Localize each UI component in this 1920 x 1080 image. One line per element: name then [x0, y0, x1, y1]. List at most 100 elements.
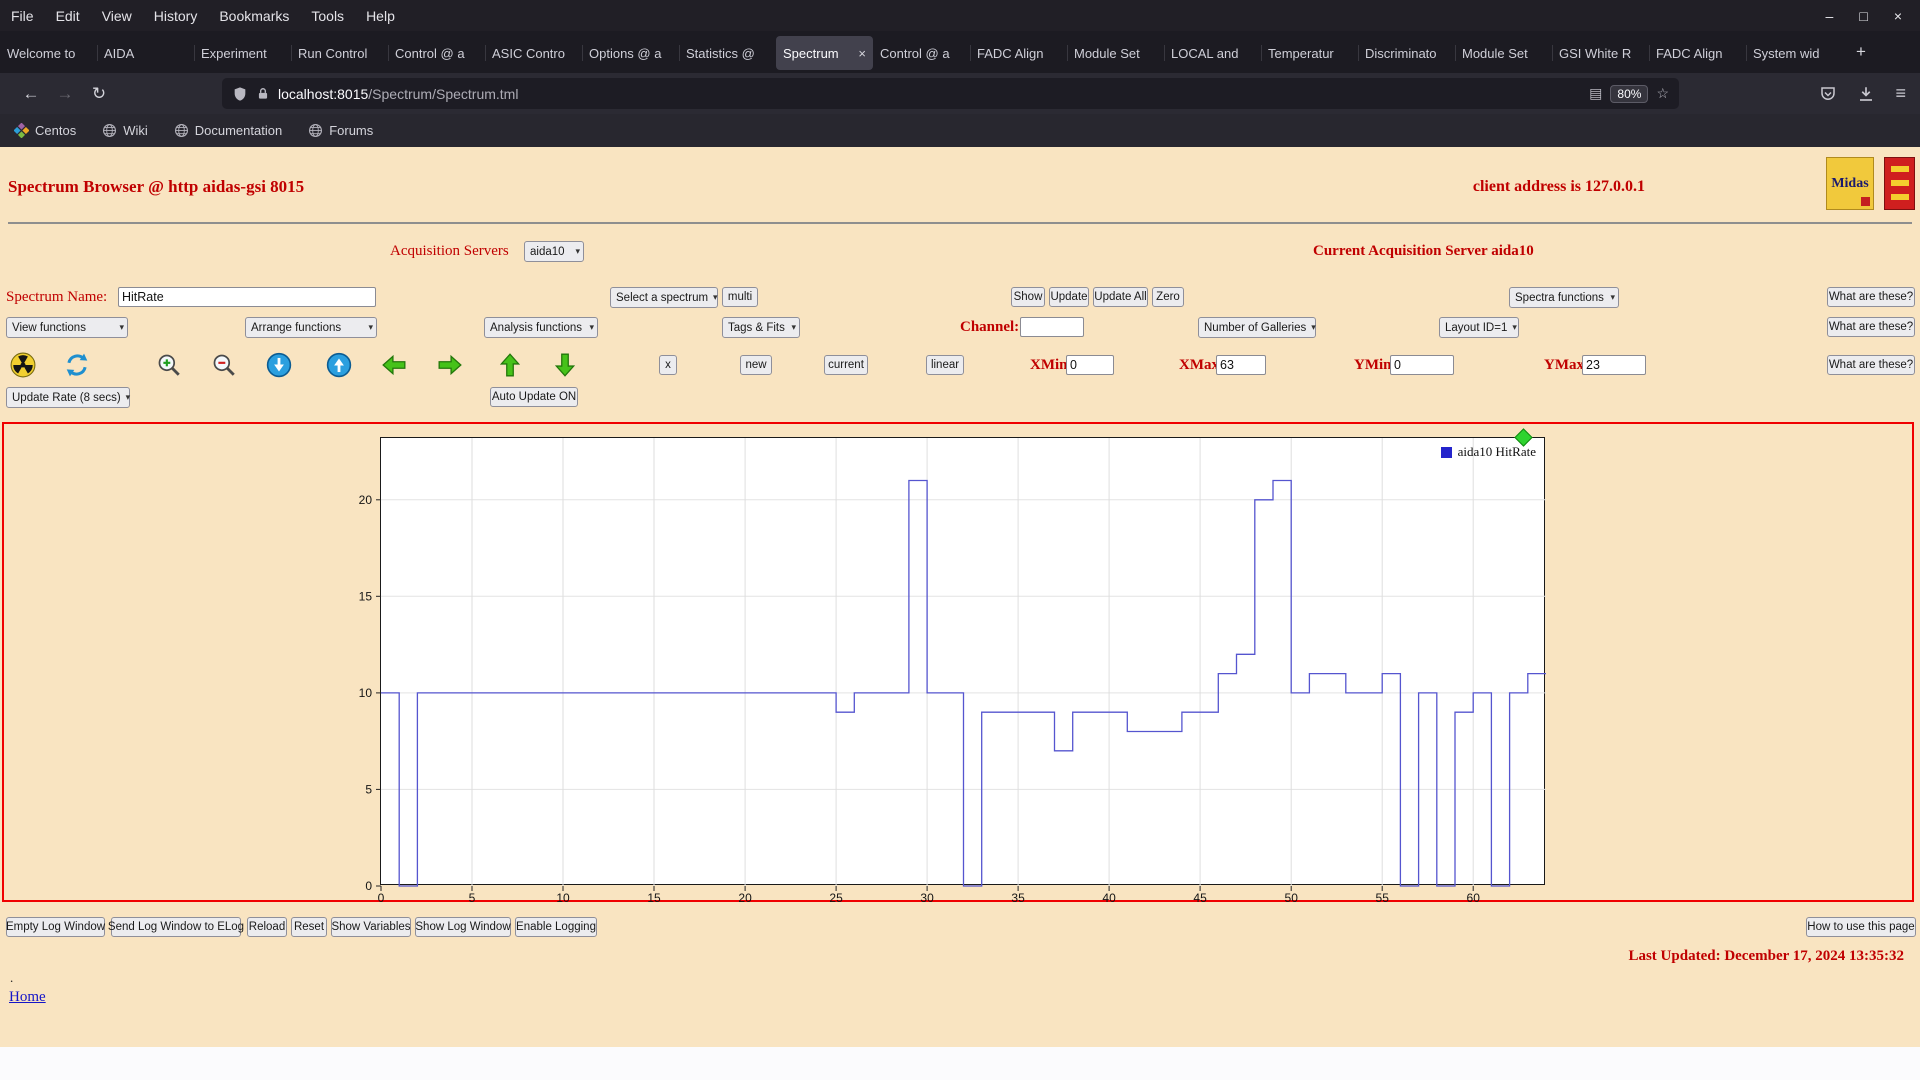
blue-down-arrow-icon[interactable]: [266, 352, 292, 378]
menu-help[interactable]: Help: [355, 8, 406, 24]
enable-logging-button[interactable]: Enable Logging: [515, 917, 597, 937]
menu-edit[interactable]: Edit: [45, 8, 91, 24]
tab-module-settings-b[interactable]: Module Set: [1455, 36, 1552, 70]
maximize-icon[interactable]: □: [1859, 8, 1867, 24]
tab-welcome[interactable]: Welcome to: [0, 36, 97, 70]
tab-discriminator[interactable]: Discriminato: [1358, 36, 1455, 70]
blue-up-arrow-icon[interactable]: [326, 352, 352, 378]
bookmark-forums[interactable]: Forums: [308, 123, 373, 138]
downloads-icon[interactable]: [1857, 85, 1875, 103]
refresh-icon[interactable]: [64, 352, 90, 378]
update-button[interactable]: Update: [1049, 287, 1089, 307]
tab-spectrum[interactable]: Spectrum×: [776, 36, 873, 70]
green-down-arrow-icon[interactable]: [552, 352, 578, 378]
tab-statistics[interactable]: Statistics @: [679, 36, 776, 70]
zoom-in-icon[interactable]: [156, 352, 182, 378]
what-are-these-button-3[interactable]: What are these?: [1827, 355, 1915, 375]
tab-local-and[interactable]: LOCAL and: [1164, 36, 1261, 70]
what-are-these-button-2[interactable]: What are these?: [1827, 317, 1915, 337]
zero-button[interactable]: Zero: [1152, 287, 1184, 307]
xmax-label: XMax: [1179, 357, 1219, 374]
reset-button[interactable]: Reset: [291, 917, 327, 937]
bookmark-wiki[interactable]: Wiki: [102, 123, 148, 138]
how-to-use-button[interactable]: How to use this page: [1806, 917, 1916, 937]
reader-mode-icon[interactable]: ▤: [1589, 85, 1602, 102]
forward-icon[interactable]: →: [48, 84, 82, 104]
minimize-icon[interactable]: –: [1826, 8, 1834, 24]
green-right-arrow-icon[interactable]: [437, 352, 463, 378]
app-menu-icon[interactable]: ≡: [1895, 83, 1906, 104]
tab-control-b[interactable]: Control @ a: [873, 36, 970, 70]
show-button[interactable]: Show: [1011, 287, 1045, 307]
spectra-functions-dropdown[interactable]: Spectra functions▾: [1509, 287, 1619, 308]
tab-run-control[interactable]: Run Control: [291, 36, 388, 70]
tab-aida[interactable]: AIDA: [97, 36, 194, 70]
xmax-input[interactable]: [1216, 355, 1266, 375]
auto-update-button[interactable]: Auto Update ON: [490, 387, 578, 407]
tab-system-wide[interactable]: System wid: [1746, 36, 1843, 70]
tags-fits-dropdown[interactable]: Tags & Fits▾: [722, 317, 800, 338]
url-text[interactable]: localhost:8015/Spectrum/Spectrum.tml: [278, 86, 518, 102]
new-tab-button[interactable]: +: [1847, 38, 1875, 66]
what-are-these-button-1[interactable]: What are these?: [1827, 287, 1915, 307]
menu-tools[interactable]: Tools: [300, 8, 355, 24]
svg-text:5: 5: [469, 891, 476, 905]
tab-asic-control[interactable]: ASIC Contro: [485, 36, 582, 70]
reload-button[interactable]: Reload: [247, 917, 287, 937]
update-rate-dropdown[interactable]: Update Rate (8 secs)▾: [6, 387, 130, 408]
layout-id-dropdown[interactable]: Layout ID=1▾: [1439, 317, 1519, 338]
menu-history[interactable]: History: [143, 8, 209, 24]
menu-file[interactable]: File: [0, 8, 45, 24]
home-link[interactable]: Home: [9, 989, 46, 1006]
tab-fadc-align-b[interactable]: FADC Align: [1649, 36, 1746, 70]
current-button[interactable]: current: [824, 355, 868, 375]
tab-control-a[interactable]: Control @ a: [388, 36, 485, 70]
linear-button[interactable]: linear: [926, 355, 964, 375]
tab-options[interactable]: Options @ a: [582, 36, 679, 70]
arrange-functions-dropdown[interactable]: Arrange functions▾: [245, 317, 377, 338]
svg-text:20: 20: [359, 493, 373, 507]
update-all-button[interactable]: Update All: [1093, 287, 1148, 307]
analysis-functions-dropdown[interactable]: Analysis functions▾: [484, 317, 598, 338]
new-button[interactable]: new: [740, 355, 772, 375]
ymax-input[interactable]: [1582, 355, 1646, 375]
tab-gsi-white-rabbit[interactable]: GSI White R: [1552, 36, 1649, 70]
multi-button[interactable]: multi: [722, 287, 758, 307]
bookmark-centos[interactable]: Centos: [14, 123, 76, 138]
select-spectrum-dropdown[interactable]: Select a spectrum▾: [610, 287, 718, 308]
spectrum-plot[interactable]: 05101520253035404550556005101520 aida10 …: [380, 437, 1545, 885]
empty-log-window-button[interactable]: Empty Log Window: [6, 917, 105, 937]
back-icon[interactable]: ←: [14, 84, 48, 104]
menu-view[interactable]: View: [91, 8, 143, 24]
show-log-window-button[interactable]: Show Log Window: [415, 917, 511, 937]
radiation-icon[interactable]: [10, 352, 36, 378]
bookmark-documentation[interactable]: Documentation: [174, 123, 282, 138]
tab-fadc-align-a[interactable]: FADC Align: [970, 36, 1067, 70]
spectrum-name-input[interactable]: [118, 287, 376, 307]
zoom-out-icon[interactable]: [211, 352, 237, 378]
channel-input[interactable]: [1020, 317, 1084, 337]
lock-icon[interactable]: [256, 86, 270, 102]
url-bar[interactable]: localhost:8015/Spectrum/Spectrum.tml ▤ 8…: [222, 78, 1679, 109]
ymin-input[interactable]: [1390, 355, 1454, 375]
tab-module-settings-a[interactable]: Module Set: [1067, 36, 1164, 70]
xmin-input[interactable]: [1066, 355, 1114, 375]
send-log-to-elog-button[interactable]: Send Log Window to ELog: [111, 917, 241, 937]
show-variables-button[interactable]: Show Variables: [331, 917, 411, 937]
reload-icon[interactable]: ↻: [82, 84, 116, 104]
tab-close-icon[interactable]: ×: [858, 46, 866, 61]
number-of-galleries-dropdown[interactable]: Number of Galleries▾: [1198, 317, 1316, 338]
green-up-arrow-icon[interactable]: [497, 352, 523, 378]
tab-experiment[interactable]: Experiment: [194, 36, 291, 70]
close-icon[interactable]: ×: [1894, 8, 1902, 24]
zoom-level-badge[interactable]: 80%: [1610, 85, 1648, 103]
bookmark-star-icon[interactable]: ☆: [1656, 85, 1669, 102]
x-button[interactable]: x: [659, 355, 677, 375]
tracking-shield-icon[interactable]: [232, 86, 248, 102]
menu-bookmarks[interactable]: Bookmarks: [208, 8, 300, 24]
view-functions-dropdown[interactable]: View functions▾: [6, 317, 128, 338]
tab-temperature[interactable]: Temperatur: [1261, 36, 1358, 70]
green-left-arrow-icon[interactable]: [381, 352, 407, 378]
pocket-icon[interactable]: [1819, 85, 1837, 103]
acquisition-server-select[interactable]: aida10▾: [524, 241, 584, 262]
